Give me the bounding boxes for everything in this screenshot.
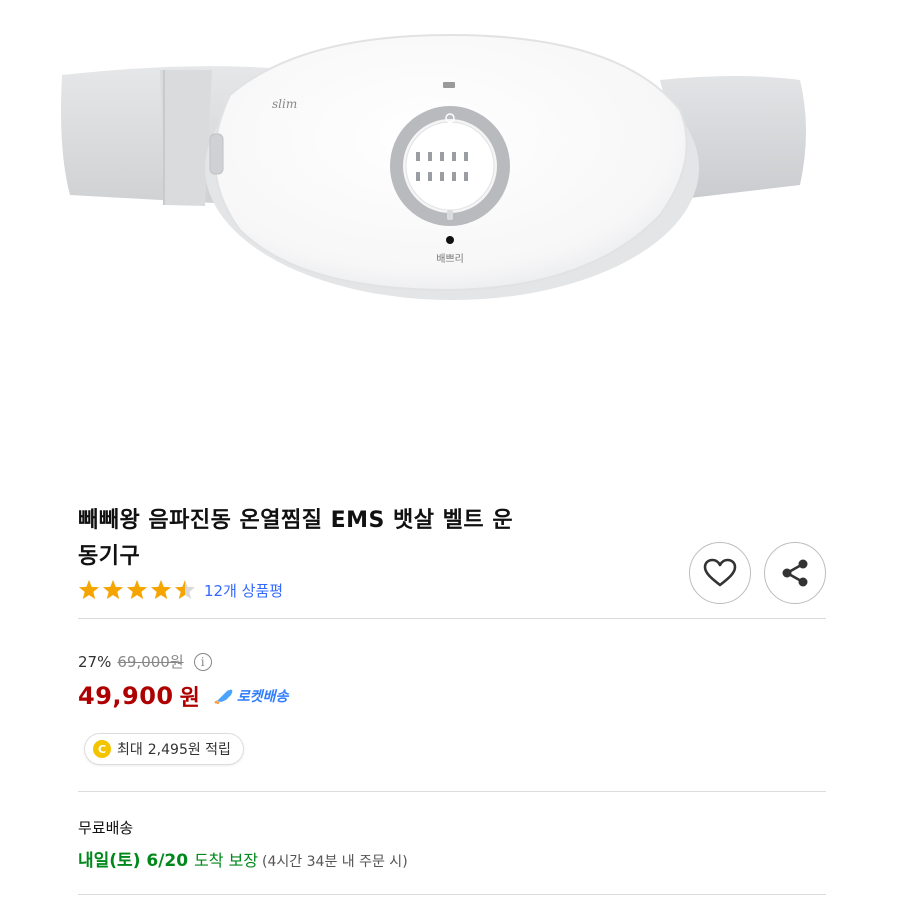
star-filled — [103, 580, 123, 599]
star-filled — [151, 580, 171, 599]
device-label: 배쁘리 — [436, 253, 464, 265]
product-title-line-2: 동기구 — [78, 544, 141, 569]
price-info-row: 27% 69,000원 i — [78, 651, 212, 672]
product-title-line-1: 빼빼왕 음파진동 온열찜질 EMS 뱃살 벨트 운 — [78, 508, 514, 533]
wishlist-button[interactable] — [689, 542, 751, 604]
rocket-delivery-badge: 로켓배송 — [214, 686, 289, 706]
shipping-guarantee: 도착 보장 — [194, 851, 259, 870]
svg-text:slim: slim — [272, 97, 297, 111]
currency-unit: 원 — [179, 686, 200, 711]
reward-label: 최대 — [117, 742, 143, 758]
reward-badge: C 최대 2,495원 적립 — [84, 733, 244, 765]
share-button[interactable] — [764, 542, 826, 604]
sale-price: 49,900 — [78, 682, 174, 710]
divider — [78, 618, 826, 619]
original-price: 69,000원 — [117, 653, 184, 671]
sale-price-row: 49,900 원 로켓배송 — [78, 680, 288, 712]
review-count-link[interactable]: 12개 상품평 — [204, 580, 283, 601]
heart-icon — [703, 558, 737, 587]
shipping-label: 무료배송 — [78, 819, 134, 837]
rating-row: 12개 상품평 — [78, 578, 283, 602]
coin-icon: C — [93, 740, 111, 758]
shipping-date: 내일(토) 6/20 — [78, 851, 189, 871]
share-icon — [782, 559, 808, 587]
rocket-delivery-label: 로켓배송 — [236, 689, 289, 705]
rocket-icon — [214, 689, 233, 704]
product-image: slim 배쁘리 — [61, 33, 806, 300]
reward-amount: 2,495원 적립 — [147, 742, 231, 758]
discount-rate: 27% — [78, 652, 112, 671]
star-rating — [78, 579, 196, 601]
info-icon[interactable]: i — [193, 652, 212, 671]
shipping-eta-row: 내일(토) 6/20 도착 보장 (4시간 34분 내 주문 시) — [78, 846, 408, 871]
star-filled — [79, 580, 99, 599]
divider — [78, 791, 826, 792]
shipping-note: (4시간 34분 내 주문 시) — [262, 854, 408, 870]
divider — [78, 894, 826, 895]
product-title: 빼빼왕 음파진동 온열찜질 EMS 뱃살 벨트 운 동기구 — [78, 503, 668, 575]
star-filled — [127, 580, 147, 599]
